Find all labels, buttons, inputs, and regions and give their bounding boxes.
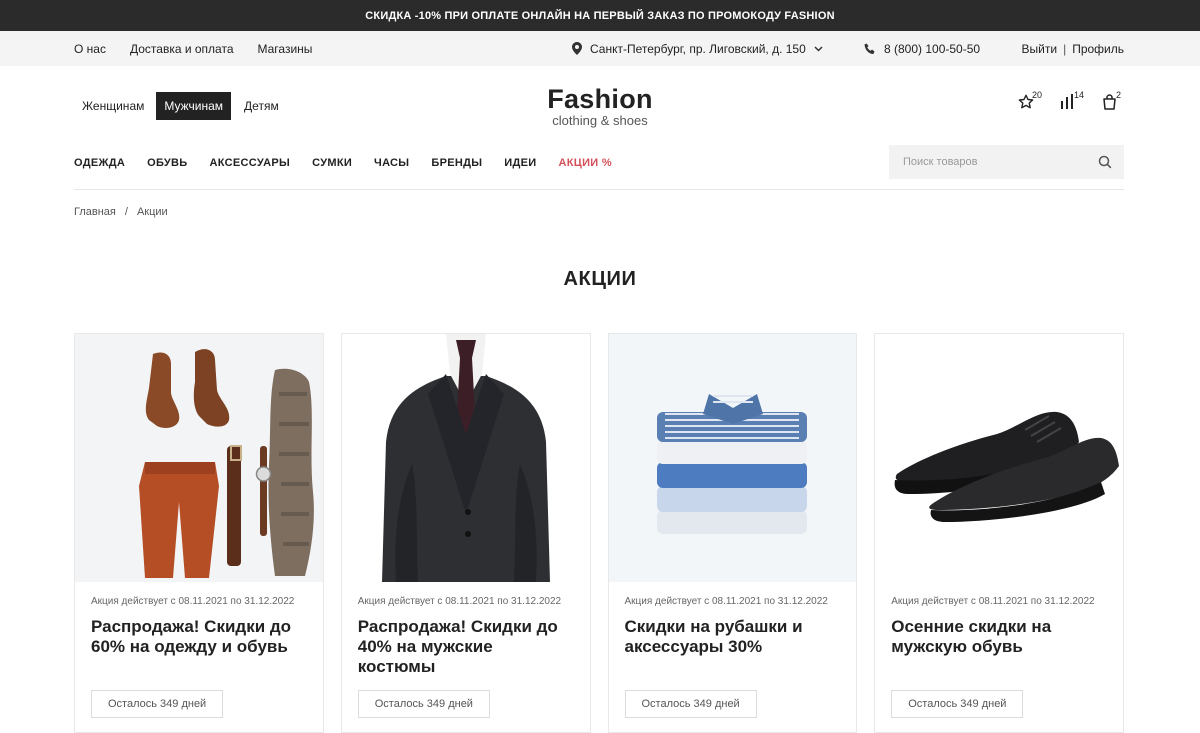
phone-icon [864,43,875,54]
nav-item-brands[interactable]: БРЕНДЫ [431,157,482,169]
location-pin-icon [572,42,582,55]
promo-image-shoes [875,334,1124,582]
phone-link[interactable]: 8 (800) 100-50-50 [864,31,980,66]
promo-date: Акция действует с 08.11.2021 по 31.12.20… [624,596,828,607]
auth-separator: | [1063,41,1067,56]
search-icon[interactable] [1098,155,1112,169]
cart-count: 2 [1116,90,1122,100]
address-text: Санкт-Петербург, пр. Лиговский, д. 150 [590,41,806,56]
promo-card-list: Акция действует с 08.11.2021 по 31.12.20… [74,333,1124,733]
breadcrumb: Главная / Акции [74,206,168,218]
compare-button[interactable]: 14 [1060,90,1085,114]
promo-title[interactable]: Распродажа! Скидки до 40% на мужские кос… [358,617,574,677]
nav-item-shoes[interactable]: ОБУВЬ [147,157,187,169]
search-input[interactable] [889,145,1084,179]
promo-title[interactable]: Скидки на рубашки и аксессуары 30% [625,617,841,677]
promo-title[interactable]: Распродажа! Скидки до 60% на одежду и об… [91,617,307,677]
promo-image-flatlay [75,334,323,582]
promo-card[interactable]: Акция действует с 08.11.2021 по 31.12.20… [340,333,591,733]
breadcrumb-current: Акции [136,206,168,218]
promo-card[interactable]: Акция действует с 08.11.2021 по 31.12.20… [874,333,1124,733]
phone-number: 8 (800) 100-50-50 [884,41,981,56]
auth-links: Выйти | Профиль [1022,31,1124,66]
promo-date: Акция действует с 08.11.2021 по 31.12.20… [891,596,1095,607]
header-divider [74,189,1124,190]
logo-brand: Fashion [547,84,653,114]
promo-text: СКИДКА -10% ПРИ ОПЛАТЕ ОНЛАЙН НА ПЕРВЫЙ … [365,9,835,22]
site-logo[interactable]: Fashion clothing & shoes [500,84,700,127]
favorites-button[interactable]: 20 [1018,90,1043,114]
page-title: АКЦИИ [563,268,637,290]
shopping-bag-icon [1103,94,1116,110]
promo-date: Акция действует с 08.11.2021 по 31.12.20… [91,596,295,607]
promo-title[interactable]: Осенние скидки на мужскую обувь [891,617,1107,677]
search-box [889,145,1124,179]
city-address-selector[interactable]: Санкт-Петербург, пр. Лиговский, д. 150 [572,31,823,66]
nav-item-watches[interactable]: ЧАСЫ [374,157,409,169]
main-nav: ОДЕЖДА ОБУВЬ АКСЕССУАРЫ СУМКИ ЧАСЫ БРЕНД… [74,150,634,176]
breadcrumb-separator: / [124,206,128,218]
promo-image-suit [341,334,590,582]
promo-image-shirts [608,334,857,582]
link-stores[interactable]: Магазины [258,42,313,56]
nav-item-bags[interactable]: СУМКИ [312,157,352,169]
days-left-badge: Осталось 349 дней [891,690,1024,718]
compare-count: 14 [1074,90,1085,100]
tab-women[interactable]: Женщинам [74,92,152,120]
gender-tabs: Женщинам Мужчинам Детям [74,92,287,120]
top-links: О нас Доставка и оплата Магазины [74,31,336,66]
profile-link[interactable]: Профиль [1072,42,1124,56]
promo-card[interactable]: Акция действует с 08.11.2021 по 31.12.20… [607,333,858,733]
top-utility-bar: О нас Доставка и оплата Магазины Санкт-П… [0,31,1200,66]
link-about[interactable]: О нас [74,42,106,56]
chevron-down-icon [814,45,823,52]
nav-item-accessories[interactable]: АКСЕССУАРЫ [210,157,291,169]
nav-item-sale[interactable]: АКЦИИ % [558,157,611,169]
breadcrumb-home[interactable]: Главная [74,206,116,218]
nav-item-ideas[interactable]: ИДЕИ [504,157,536,169]
favorites-count: 20 [1032,90,1043,100]
link-delivery[interactable]: Доставка и оплата [130,42,234,56]
compare-bars-icon [1061,94,1073,109]
tab-kids[interactable]: Детям [236,92,287,120]
logo-tagline: clothing & shoes [552,113,648,128]
days-left-badge: Осталось 349 дней [91,690,224,718]
header-icons: 20 14 2 [1018,90,1124,114]
days-left-badge: Осталось 349 дней [624,690,757,718]
promo-banner: СКИДКА -10% ПРИ ОПЛАТЕ ОНЛАЙН НА ПЕРВЫЙ … [0,0,1200,31]
promo-card[interactable]: Акция действует с 08.11.2021 по 31.12.20… [74,333,324,733]
promo-date: Акция действует с 08.11.2021 по 31.12.20… [357,596,562,607]
days-left-badge: Осталось 349 дней [357,690,490,718]
nav-item-clothing[interactable]: ОДЕЖДА [74,157,125,169]
cart-button[interactable]: 2 [1102,90,1124,114]
logout-link[interactable]: Выйти [1022,42,1058,56]
tab-men[interactable]: Мужчинам [156,92,232,120]
